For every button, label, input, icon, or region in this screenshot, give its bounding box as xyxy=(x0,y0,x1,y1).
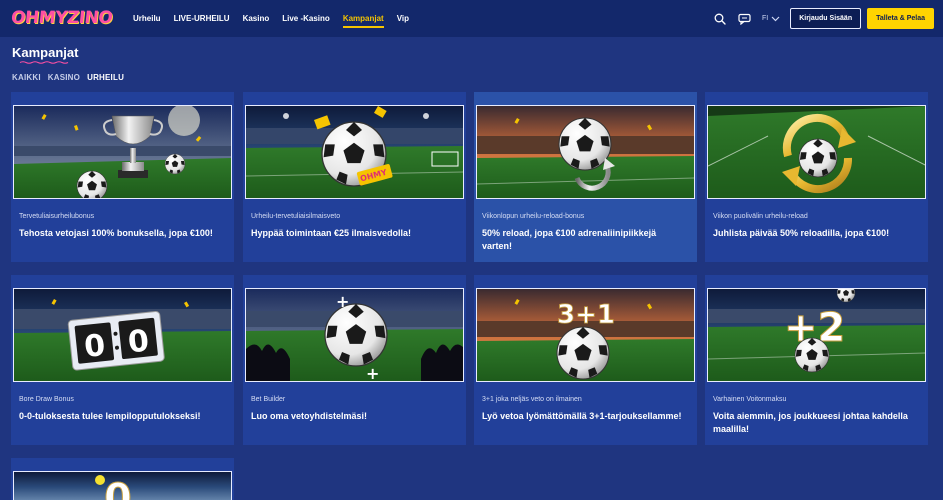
promo-tag: Viikonlopun urheilu-reload-bonus xyxy=(482,213,585,220)
promo-image-ball-crowd: + + xyxy=(245,288,464,382)
nav-item-live-urheilu[interactable]: LIVE-URHEILU xyxy=(174,0,230,37)
svg-text:0: 0 xyxy=(83,328,107,365)
nav-item-urheilu[interactable]: Urheilu xyxy=(133,0,161,37)
promo-tag: 3+1 joka neljäs veto on ilmainen xyxy=(482,396,582,403)
promo-image-plus-two: +2 xyxy=(707,288,926,382)
search-icon[interactable] xyxy=(712,11,728,27)
main-nav: Urheilu LIVE-URHEILU Kasino Live -Kasino… xyxy=(133,0,422,37)
svg-text:0: 0 xyxy=(126,323,150,360)
filter-casino[interactable]: KASINO xyxy=(48,73,80,82)
nav-item-vip[interactable]: Vip xyxy=(397,0,409,37)
svg-text:0: 0 xyxy=(104,476,132,500)
promo-image-trophy xyxy=(13,105,232,199)
promo-tag: Varhainen Voitonmaksu xyxy=(713,396,787,403)
promo-card[interactable]: +2 Varhainen Voitonmaksu Voita aiemmin, … xyxy=(705,275,928,445)
svg-text:+: + xyxy=(366,364,379,382)
filter-sports[interactable]: URHEILU xyxy=(87,73,124,82)
promo-tag: Bore Draw Bonus xyxy=(19,396,74,403)
promo-card[interactable]: Viikon puolivälin urheilu-reload Juhlist… xyxy=(705,92,928,262)
header-actions: FI Kirjaudu Sisään Talleta & Pelaa xyxy=(712,8,934,29)
promo-tag: Bet Builder xyxy=(251,396,286,403)
promo-card[interactable]: 3+1 3+1 joka neljäs veto on ilmainen Lyö… xyxy=(474,275,697,445)
title-underline-decoration xyxy=(19,61,69,64)
promo-image-three-plus-one: 3+1 xyxy=(476,288,695,382)
promo-card[interactable]: + + Bet Builder Luo oma vetoyhdistelmäsi… xyxy=(243,275,466,445)
category-filters: KAIKKI KASINO URHEILU xyxy=(12,73,131,82)
nav-item-kasino[interactable]: Kasino xyxy=(243,0,270,37)
promo-tag: Urheilu-tervetuliaisilmaisveto xyxy=(251,213,341,220)
site-logo[interactable]: OHMYZINO xyxy=(10,8,113,28)
language-selector[interactable]: FI xyxy=(762,15,780,22)
promo-title: Juhlista päivää 50% reloadilla, jopa €10… xyxy=(713,228,890,238)
top-header: OHMYZINO Urheilu LIVE-URHEILU Kasino Liv… xyxy=(0,0,943,37)
promo-image-zero: 0 xyxy=(13,471,232,500)
promo-title: Voita aiemmin, jos joukkueesi johtaa kah… xyxy=(713,411,908,434)
promo-title: Luo oma vetoyhdistelmäsi! xyxy=(251,411,368,421)
page-title: Kampanjat xyxy=(12,45,79,60)
promo-card[interactable]: 0 0 Bore Draw Bonus 0-0-tuloksesta tulee… xyxy=(11,275,234,445)
promo-title: Hyppää toimintaan €25 ilmaisvedolla! xyxy=(251,228,412,238)
promo-title: Lyö vetoa lyömättömällä 3+1-tarjouksella… xyxy=(482,411,682,421)
filter-all[interactable]: KAIKKI xyxy=(12,73,41,82)
nav-item-live-kasino[interactable]: Live -Kasino xyxy=(282,0,330,37)
promo-card[interactable]: Viikonlopun urheilu-reload-bonus 50% rel… xyxy=(474,92,697,262)
promo-image-ball-ticket: OHMY xyxy=(245,105,464,199)
login-button[interactable]: Kirjaudu Sisään xyxy=(790,8,862,29)
promo-card[interactable]: 0 xyxy=(11,458,234,500)
promo-image-scoreboard: 0 0 xyxy=(13,288,232,382)
nav-item-kampanjat[interactable]: Kampanjat xyxy=(342,0,384,37)
deposit-button[interactable]: Talleta & Pelaa xyxy=(867,8,934,29)
chevron-down-icon xyxy=(771,16,780,21)
chat-icon[interactable] xyxy=(737,11,753,27)
promo-card[interactable]: OHMY Urheilu-tervetuliaisilmaisveto Hypp… xyxy=(243,92,466,262)
promo-title: 0-0-tuloksesta tulee lempilopputulokseks… xyxy=(19,411,201,421)
promo-image-arrows-ball xyxy=(707,105,926,199)
promo-title: Tehosta vetojasi 100% bonuksella, jopa €… xyxy=(19,228,213,238)
promo-image-ball-arrows xyxy=(476,105,695,199)
svg-text:+: + xyxy=(336,292,349,311)
promo-tag: Tervetuliaisurheilubonus xyxy=(19,213,95,220)
promo-tag: Viikon puolivälin urheilu-reload xyxy=(713,213,808,220)
promo-card[interactable]: Tervetuliaisurheilubonus Tehosta vetojas… xyxy=(11,92,234,262)
svg-text:3+1: 3+1 xyxy=(557,300,615,330)
promo-title: 50% reload, jopa €100 adrenaliinipiikkej… xyxy=(482,228,657,251)
language-label: FI xyxy=(761,15,769,22)
